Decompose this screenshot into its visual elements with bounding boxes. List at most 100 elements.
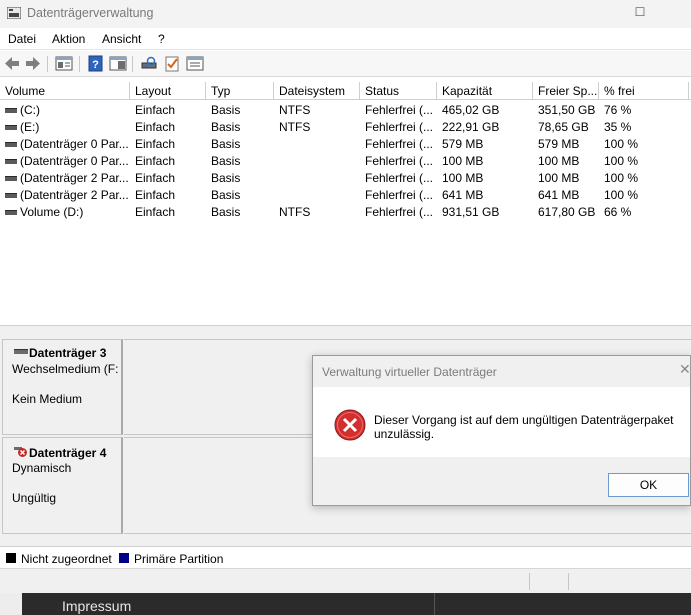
volume-percent-free: 100 % <box>604 188 639 202</box>
menu-help[interactable]: ? <box>158 32 165 46</box>
panel-icon[interactable] <box>109 55 127 72</box>
check-icon[interactable] <box>163 55 181 72</box>
volume-filesystem: NTFS <box>279 103 311 117</box>
rescan-icon[interactable] <box>140 55 158 72</box>
volume-layout: Einfach <box>135 188 176 202</box>
column-header-prozent-frei[interactable]: % frei <box>599 82 689 100</box>
volume-icon <box>5 142 17 147</box>
legend-label-unallocated: Nicht zugeordnet <box>21 552 112 566</box>
volume-percent-free: 76 % <box>604 103 632 117</box>
error-icon <box>334 409 366 441</box>
volume-row[interactable]: (E:) Einfach Basis NTFS Fehlerfrei (... … <box>0 119 691 136</box>
volume-name: (Datenträger 0 Par... <box>20 137 129 151</box>
volume-capacity: 465,02 GB <box>442 103 500 117</box>
properties-icon[interactable] <box>186 55 204 72</box>
volume-type: Basis <box>211 154 241 168</box>
dialog-message: Dieser Vorgang ist auf dem ungültigen Da… <box>374 413 674 427</box>
disk-type: Wechselmedium (F: <box>12 362 119 376</box>
menu-datei[interactable]: Datei <box>8 32 36 46</box>
maximize-icon[interactable]: ☐ <box>630 5 650 21</box>
volume-capacity: 641 MB <box>442 188 484 202</box>
volume-icon <box>5 159 17 164</box>
dialog-message-continued: unzulässig. <box>374 427 435 441</box>
menu-aktion[interactable]: Aktion <box>52 32 85 46</box>
column-header-typ[interactable]: Typ <box>206 82 274 100</box>
volume-percent-free: 100 % <box>604 137 639 151</box>
volume-row[interactable]: Volume (D:) Einfach Basis NTFS Fehlerfre… <box>0 204 691 221</box>
volume-row[interactable]: (Datenträger 2 Par... Einfach Basis Fehl… <box>0 187 691 204</box>
column-header-dateisystem[interactable]: Dateisystem <box>274 82 360 100</box>
disk-label-datentraeger-3[interactable]: Datenträger 3 Wechselmedium (F: Kein Med… <box>2 339 123 435</box>
volume-name: Volume (D:) <box>20 205 84 219</box>
status-bar-separator <box>529 573 530 590</box>
volume-icon <box>5 108 17 113</box>
volume-percent-free: 35 % <box>604 120 632 134</box>
column-header-status[interactable]: Status <box>360 82 437 100</box>
volume-icon <box>5 176 17 181</box>
disk-list-icon[interactable] <box>55 55 73 72</box>
legend-swatch-unallocated <box>6 553 16 563</box>
volume-capacity: 579 MB <box>442 137 484 151</box>
close-icon[interactable]: ✕ <box>679 361 691 378</box>
column-header-layout[interactable]: Layout <box>130 82 206 100</box>
volume-layout: Einfach <box>135 137 176 151</box>
volume-status: Fehlerfrei (... <box>365 120 434 134</box>
volume-list: (C:) Einfach Basis NTFS Fehlerfrei (... … <box>0 101 691 325</box>
volume-name: (Datenträger 2 Par... <box>20 188 129 202</box>
disk-error-icon <box>14 447 27 457</box>
disk-state: Ungültig <box>12 491 57 505</box>
volume-capacity: 931,51 GB <box>442 205 500 219</box>
volume-type: Basis <box>211 171 241 185</box>
volume-type: Basis <box>211 188 241 202</box>
volume-status: Fehlerfrei (... <box>365 171 434 185</box>
forward-arrow-icon[interactable] <box>24 55 42 72</box>
back-arrow-icon[interactable] <box>3 55 21 72</box>
volume-free-space: 579 MB <box>538 137 580 151</box>
volume-row[interactable]: (Datenträger 0 Par... Einfach Basis Fehl… <box>0 136 691 153</box>
column-header-volume[interactable]: Volume <box>0 82 130 100</box>
error-dialog: Verwaltung virtueller Datenträger ✕ Dies… <box>312 355 691 506</box>
volume-row[interactable]: (Datenträger 2 Par... Einfach Basis Fehl… <box>0 170 691 187</box>
dialog-body: Dieser Vorgang ist auf dem ungültigen Da… <box>313 387 690 457</box>
volume-type: Basis <box>211 137 241 151</box>
volume-row[interactable]: (C:) Einfach Basis NTFS Fehlerfrei (... … <box>0 102 691 119</box>
volume-capacity: 100 MB <box>442 154 484 168</box>
disk-name: Datenträger 3 <box>29 346 107 360</box>
volume-icon <box>5 125 17 130</box>
volume-capacity: 222,91 GB <box>442 120 500 134</box>
toolbar-separator <box>132 56 133 72</box>
volume-layout: Einfach <box>135 205 176 219</box>
volume-free-space: 78,65 GB <box>538 120 589 134</box>
disk-label-datentraeger-4[interactable]: Datenträger 4 Dynamisch Ungültig <box>2 437 123 534</box>
impressum-link[interactable]: Impressum <box>62 598 131 614</box>
ok-button[interactable]: OK <box>608 473 689 497</box>
volume-type: Basis <box>211 120 241 134</box>
volume-filesystem: NTFS <box>279 120 311 134</box>
volume-percent-free: 100 % <box>604 171 639 185</box>
volume-type: Basis <box>211 205 241 219</box>
legend-swatch-primary-partition <box>119 553 129 563</box>
menu-bar: Datei Aktion Ansicht ? <box>0 28 691 50</box>
volume-icon <box>5 193 17 198</box>
legend-label-primary-partition: Primäre Partition <box>134 552 224 566</box>
volume-name: (E:) <box>20 120 40 134</box>
volume-percent-free: 66 % <box>604 205 632 219</box>
status-bar-separator <box>568 573 569 590</box>
toolbar-separator <box>47 56 48 72</box>
help-icon[interactable]: ? <box>87 55 105 72</box>
volume-name: (Datenträger 2 Par... <box>20 171 129 185</box>
column-header-kapazitaet[interactable]: Kapazität <box>437 82 533 100</box>
volume-status: Fehlerfrei (... <box>365 154 434 168</box>
volume-layout: Einfach <box>135 103 176 117</box>
volume-layout: Einfach <box>135 171 176 185</box>
toolbar: ? <box>0 51 691 77</box>
column-header-freier-speicher[interactable]: Freier Sp... <box>533 82 599 100</box>
volume-row[interactable]: (Datenträger 0 Par... Einfach Basis Fehl… <box>0 153 691 170</box>
volume-free-space: 100 MB <box>538 171 580 185</box>
volume-status: Fehlerfrei (... <box>365 188 434 202</box>
volume-status: Fehlerfrei (... <box>365 103 434 117</box>
menu-ansicht[interactable]: Ansicht <box>102 32 141 46</box>
dialog-title: Verwaltung virtueller Datenträger <box>322 365 497 379</box>
svg-text:?: ? <box>92 59 99 71</box>
volume-free-space: 100 MB <box>538 154 580 168</box>
